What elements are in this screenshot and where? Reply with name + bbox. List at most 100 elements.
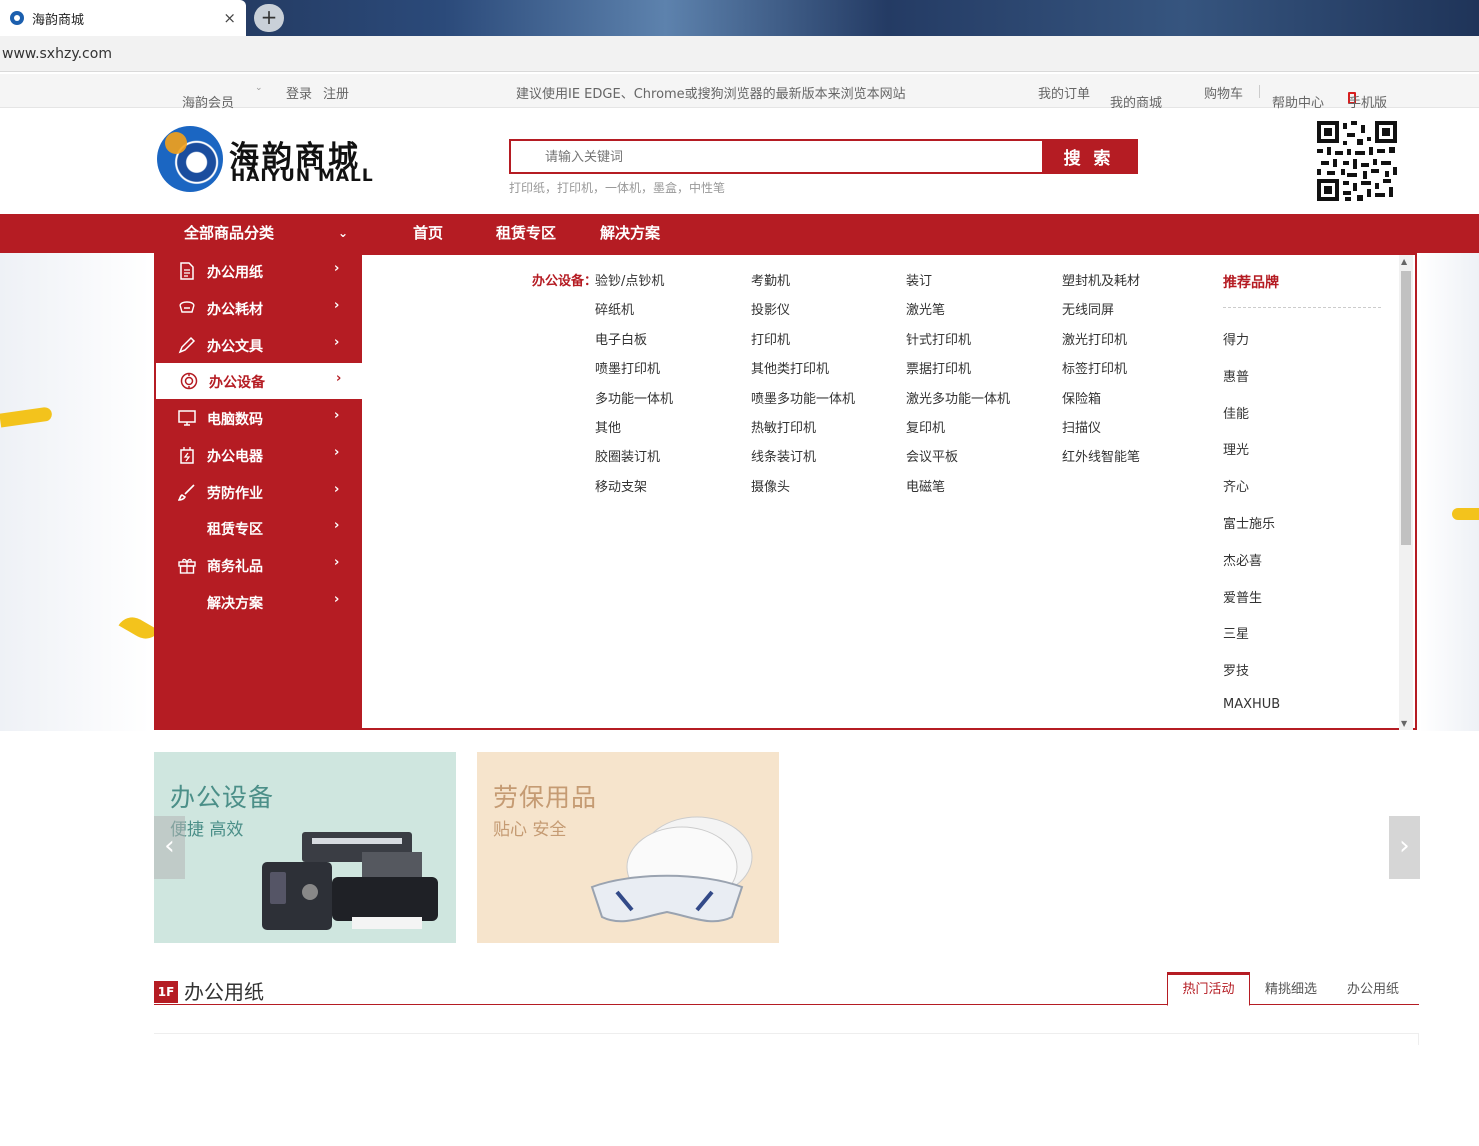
subcategory-link[interactable]: 红外线智能笔 bbox=[1062, 446, 1140, 465]
subcategory-link[interactable]: 激光多功能一体机 bbox=[906, 388, 1010, 407]
subcategory-link[interactable]: 其他 bbox=[595, 417, 621, 436]
category-label: 办公用纸 bbox=[207, 265, 263, 281]
brand-link[interactable]: 杰必喜 bbox=[1223, 550, 1262, 569]
mobile-caret-icon: ⌄ bbox=[1348, 92, 1356, 102]
subcategory-link[interactable]: 验钞/点钞机 bbox=[595, 270, 664, 289]
dropdown-scrollbar[interactable]: ▲ ▼ bbox=[1399, 255, 1413, 730]
floor-tab-paper[interactable]: 办公用纸 bbox=[1332, 972, 1414, 1006]
slider-next-button[interactable]: › bbox=[1389, 816, 1420, 879]
subcategory-link[interactable]: 喷墨打印机 bbox=[595, 358, 660, 377]
brand-link[interactable]: MAXHUB bbox=[1223, 697, 1280, 712]
subcategory-link[interactable]: 其他类打印机 bbox=[751, 358, 829, 377]
category-dropdown-panel: 办公设备： 验钞/点钞机 考勤机 装订 塑封机及耗材碎纸机 投影仪 激光笔 无线同屏电子白板… bbox=[362, 253, 1417, 730]
chevron-down-icon: ⌄ bbox=[337, 226, 348, 240]
brand-link[interactable]: 富士施乐 bbox=[1223, 513, 1275, 532]
subcategory-link[interactable]: 会议平板 bbox=[906, 446, 958, 465]
browser-tab[interactable]: 海韵商城 × bbox=[0, 0, 246, 36]
search-button[interactable]: 搜 索 bbox=[1042, 141, 1136, 172]
subcategory-link[interactable]: 移动支架 bbox=[595, 476, 647, 495]
scroll-up-icon[interactable]: ▲ bbox=[1401, 257, 1407, 266]
site-logo[interactable]: 海韵商城 HAIYUN MALL bbox=[157, 124, 397, 192]
site-top-bar: 海韵会员 ⌄ 登录 注册 建议使用IE EDGE、Chrome或搜狗浏览器的最新… bbox=[0, 74, 1479, 111]
hot-keywords[interactable]: 打印纸，打印机，一体机，墨盒，中性笔 bbox=[509, 179, 725, 196]
subcategory-link[interactable]: 无线同屏 bbox=[1062, 299, 1114, 318]
subcategory-link[interactable]: 扫描仪 bbox=[1062, 417, 1101, 436]
subcategory-link[interactable]: 投影仪 bbox=[751, 299, 790, 318]
member-label: 海韵会员 bbox=[182, 96, 235, 111]
subcategory-link[interactable]: 多功能一体机 bbox=[595, 388, 673, 407]
subcategory-link[interactable]: 激光打印机 bbox=[1062, 329, 1127, 348]
category-item-gifts[interactable]: 商务礼品 › bbox=[154, 547, 363, 583]
my-orders-link[interactable]: 我的订单 bbox=[1038, 83, 1090, 102]
site-favicon-icon bbox=[10, 11, 24, 25]
dropdown-category-label: 办公设备： bbox=[532, 274, 598, 289]
cart-link[interactable]: 购物车 bbox=[1204, 83, 1243, 102]
all-categories-button[interactable]: 全部商品分类 ⌄ bbox=[154, 214, 362, 253]
logo-emblem-icon bbox=[157, 126, 223, 192]
subcategory-link[interactable]: 保险箱 bbox=[1062, 388, 1101, 407]
subcategory-link[interactable]: 塑封机及耗材 bbox=[1062, 270, 1140, 289]
nav-solutions[interactable]: 解决方案 bbox=[600, 214, 660, 253]
promo-title: 办公设备 bbox=[170, 783, 275, 812]
brand-link[interactable]: 三星 bbox=[1223, 623, 1249, 642]
brand-link[interactable]: 佳能 bbox=[1223, 403, 1249, 422]
brand-link[interactable]: 理光 bbox=[1223, 439, 1249, 458]
category-sidebar: 办公用纸 › 办公耗材 › 办公文具 › 办公设备 › 电脑数码 › 办公电器 … bbox=[154, 253, 363, 730]
brand-link[interactable]: 得力 bbox=[1223, 329, 1249, 348]
category-item-paper[interactable]: 办公用纸 › bbox=[154, 253, 363, 289]
subcategory-link[interactable]: 装订 bbox=[906, 270, 932, 289]
chevron-right-icon: › bbox=[334, 408, 340, 423]
subcategory-link[interactable]: 票据打印机 bbox=[906, 358, 971, 377]
floor-tab-hot[interactable]: 热门活动 bbox=[1167, 972, 1250, 1006]
scroll-down-icon[interactable]: ▼ bbox=[1401, 719, 1407, 728]
search-bar: 搜 索 bbox=[509, 139, 1138, 174]
new-tab-button[interactable]: + bbox=[254, 4, 284, 32]
brand-link[interactable]: 爱普生 bbox=[1223, 587, 1262, 606]
subcategory-link[interactable]: 针式打印机 bbox=[906, 329, 971, 348]
category-item-digital[interactable]: 电脑数码 › bbox=[154, 400, 363, 436]
nav-rental[interactable]: 租赁专区 bbox=[496, 214, 556, 253]
brand-link[interactable]: 惠普 bbox=[1223, 366, 1249, 385]
subcategory-link[interactable]: 摄像头 bbox=[751, 476, 790, 495]
subcategory-link[interactable]: 电子白板 bbox=[595, 329, 647, 348]
slider-prev-button[interactable]: ‹ bbox=[154, 816, 185, 879]
my-mall-caret-icon: ⌄ bbox=[1110, 92, 1118, 102]
subcategory-link[interactable]: 喷墨多功能一体机 bbox=[751, 388, 855, 407]
promo-banner-equipment[interactable]: 办公设备 便捷 高效 bbox=[154, 752, 456, 943]
category-item-appliances[interactable]: 办公电器 › bbox=[154, 437, 363, 473]
subcategory-link[interactable]: 考勤机 bbox=[751, 270, 790, 289]
browser-notice: 建议使用IE EDGE、Chrome或搜狗浏览器的最新版本来浏览本网站 bbox=[516, 87, 906, 102]
subcategory-link[interactable]: 复印机 bbox=[906, 417, 945, 436]
close-tab-icon[interactable]: × bbox=[223, 9, 236, 27]
member-caret-icon[interactable]: ⌄ bbox=[255, 83, 263, 93]
category-item-solutions[interactable]: 解决方案 › bbox=[154, 584, 363, 620]
nav-home[interactable]: 首页 bbox=[413, 214, 443, 253]
promo-banner-protective[interactable]: 劳保用品 贴心 安全 bbox=[477, 752, 779, 943]
subcategory-link[interactable]: 激光笔 bbox=[906, 299, 945, 318]
subcategory-link[interactable]: 碎纸机 bbox=[595, 299, 634, 318]
subcategory-link[interactable]: 电磁笔 bbox=[906, 476, 945, 495]
subcategory-link[interactable]: 标签打印机 bbox=[1062, 358, 1127, 377]
register-link[interactable]: 注册 bbox=[323, 83, 349, 102]
qr-code-icon bbox=[1317, 121, 1397, 201]
category-item-stationery[interactable]: 办公文具 › bbox=[154, 327, 363, 363]
subcategory-link[interactable]: 胶圈装订机 bbox=[595, 446, 660, 465]
category-item-consumables[interactable]: 办公耗材 › bbox=[154, 290, 363, 326]
chevron-right-icon: › bbox=[334, 555, 340, 570]
subcategory-link[interactable]: 打印机 bbox=[751, 329, 790, 348]
login-link[interactable]: 登录 bbox=[286, 83, 312, 102]
category-item-equipment[interactable]: 办公设备 › bbox=[156, 363, 363, 399]
search-input[interactable] bbox=[511, 141, 1042, 172]
subcategory-link[interactable]: 热敏打印机 bbox=[751, 417, 816, 436]
brand-link[interactable]: 罗技 bbox=[1223, 660, 1249, 679]
floor-tab-picks[interactable]: 精挑细选 bbox=[1250, 972, 1332, 1006]
monitor-icon bbox=[178, 410, 196, 426]
brand-link[interactable]: 齐心 bbox=[1223, 476, 1249, 495]
category-item-rental[interactable]: 租赁专区 › bbox=[154, 510, 363, 546]
scrollbar-thumb[interactable] bbox=[1401, 271, 1411, 545]
category-item-protective[interactable]: 劳防作业 › bbox=[154, 474, 363, 510]
address-bar[interactable]: www.sxhzy.com bbox=[0, 36, 1479, 72]
promo-title: 劳保用品 bbox=[493, 783, 598, 812]
category-label: 办公文具 bbox=[207, 339, 263, 355]
subcategory-link[interactable]: 线条装订机 bbox=[751, 446, 816, 465]
